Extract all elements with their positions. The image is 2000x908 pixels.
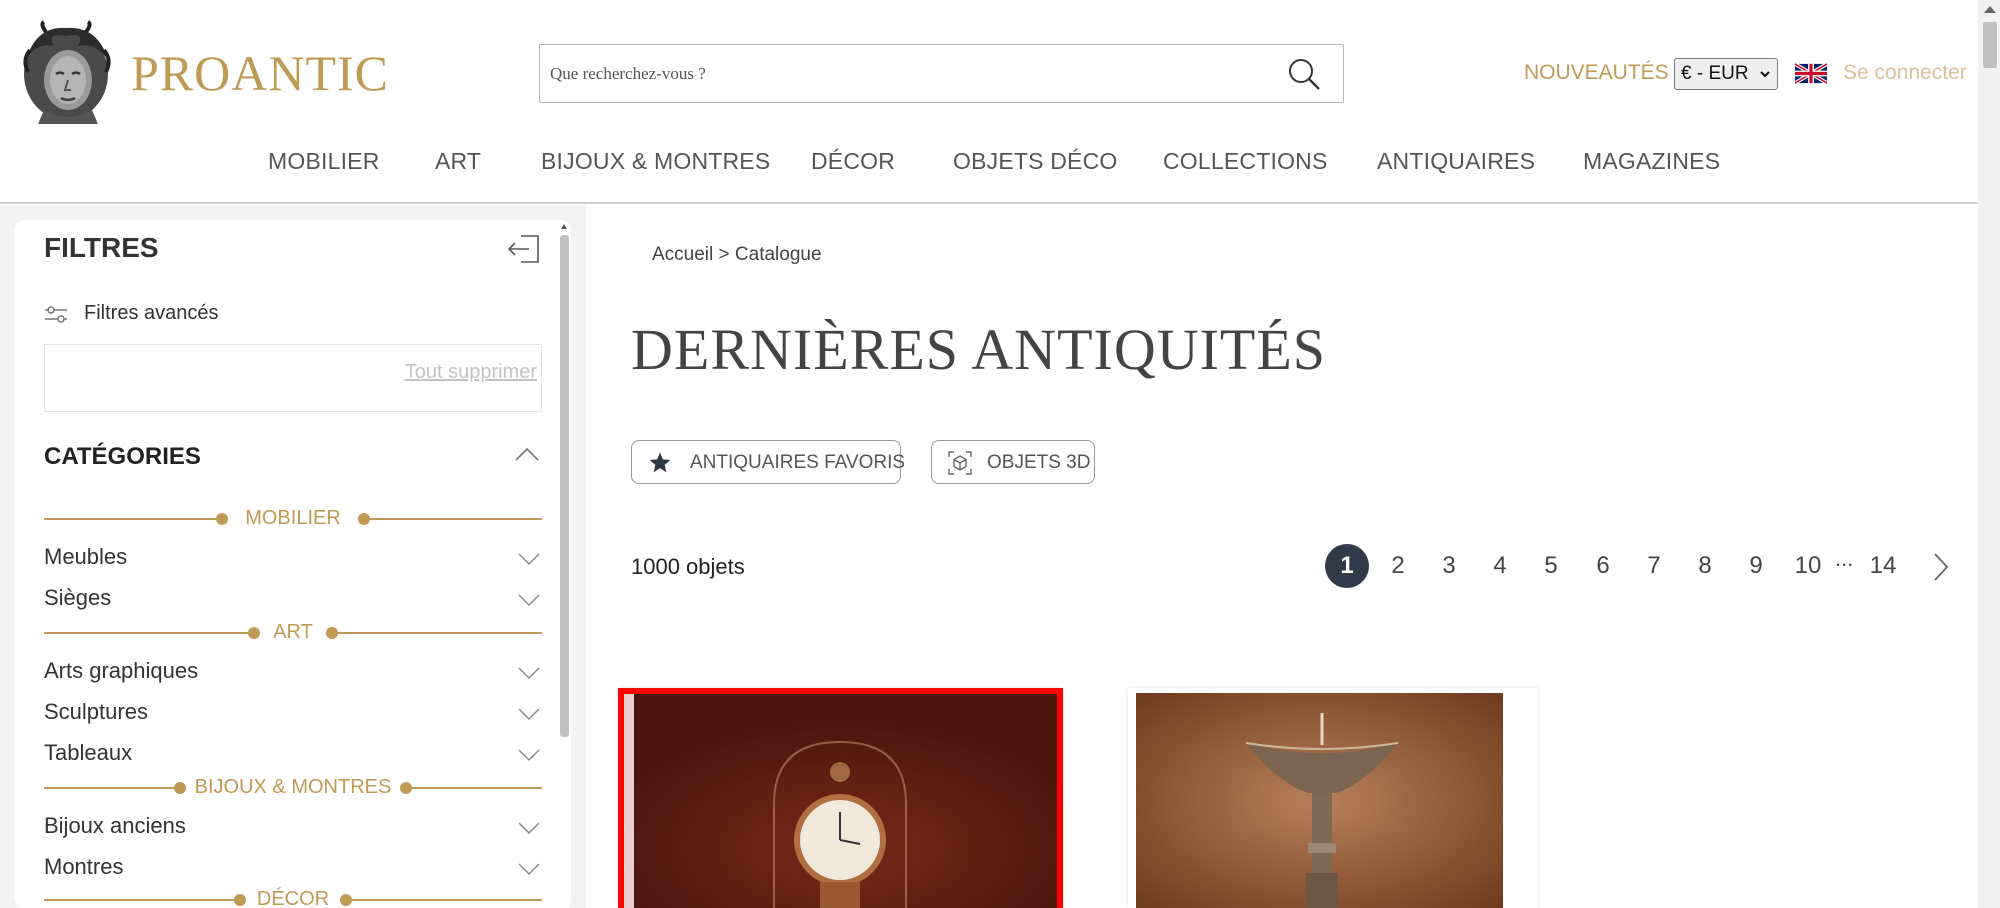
page-5-button[interactable]: 5 <box>1529 544 1573 588</box>
new-arrivals-link[interactable]: NOUVEAUTÉS <box>1524 61 1669 85</box>
search-input[interactable] <box>550 45 1250 102</box>
main-nav: MOBILIER ART BIJOUX & MONTRES DÉCOR OBJE… <box>0 148 1978 182</box>
page-2-button[interactable]: 2 <box>1376 544 1420 588</box>
page-1-button[interactable]: 1 <box>1325 544 1369 588</box>
site-header: PROANTIC NOUVEAUTÉS € - EUR Se connecter… <box>0 0 1978 204</box>
breadcrumb[interactable]: Accueil > Catalogue <box>652 244 822 266</box>
chevron-down-icon[interactable] <box>518 552 540 566</box>
search-bar <box>539 44 1344 103</box>
chevron-down-icon <box>1760 71 1770 78</box>
filters-sidebar: FILTRES Filtres avancés Tout supprimer C… <box>14 220 571 908</box>
page-10-button[interactable]: 10 <box>1786 544 1830 588</box>
nav-item-objets-deco[interactable]: OBJETS DÉCO <box>953 148 1118 175</box>
results-count: 1000 objets <box>631 554 745 579</box>
collapse-sidebar-icon[interactable] <box>507 234 541 264</box>
chip-label: OBJETS 3D <box>987 452 1091 473</box>
category-item-sieges[interactable]: Sièges <box>44 585 542 615</box>
3d-cube-icon <box>948 451 972 475</box>
page-scroll-up-icon[interactable] <box>1984 6 1996 13</box>
logo-head-icon[interactable] <box>16 20 116 124</box>
page-title: DERNIÈRES ANTIQUITÉS <box>631 317 1327 382</box>
chevron-up-icon[interactable] <box>514 446 540 462</box>
category-item-label: Sculptures <box>44 699 148 724</box>
category-divider-mobilier: MOBILIER <box>44 507 542 529</box>
chevron-down-icon[interactable] <box>518 593 540 607</box>
active-filters-box: Tout supprimer <box>44 344 542 412</box>
page-3-button[interactable]: 3 <box>1427 544 1471 588</box>
chip-label: ANTIQUAIRES FAVORIS <box>690 452 906 473</box>
uk-flag-icon[interactable] <box>1795 62 1827 85</box>
category-group-label: MOBILIER <box>245 507 341 529</box>
chevron-down-icon[interactable] <box>518 748 540 762</box>
category-item-tableaux[interactable]: Tableaux <box>44 740 542 770</box>
clear-all-filters-link[interactable]: Tout supprimer <box>405 361 537 384</box>
category-group-label: DÉCOR <box>256 888 330 908</box>
category-item-arts-graphiques[interactable]: Arts graphiques <box>44 658 542 688</box>
search-icon[interactable] <box>1287 57 1321 91</box>
category-item-label: Sièges <box>44 585 112 610</box>
category-divider-art: ART <box>44 621 542 643</box>
candlestick-product-image[interactable] <box>1136 693 1503 908</box>
nav-item-decor[interactable]: DÉCOR <box>811 148 895 175</box>
category-group-label: ART <box>273 621 313 643</box>
currency-value: € - EUR <box>1681 63 1749 84</box>
category-item-sculptures[interactable]: Sculptures <box>44 699 542 729</box>
page-4-button[interactable]: 4 <box>1478 544 1522 588</box>
logo-text[interactable]: PROANTIC <box>131 44 389 102</box>
page-6-button[interactable]: 6 <box>1581 544 1625 588</box>
filter-sliders-icon[interactable] <box>44 304 68 324</box>
page-last-button[interactable]: 14 <box>1861 544 1905 588</box>
product-card[interactable] <box>618 688 1063 908</box>
sidebar-scroll-up-icon[interactable] <box>561 224 567 229</box>
chevron-down-icon[interactable] <box>518 707 540 721</box>
categories-title: CATÉGORIES <box>44 443 201 470</box>
category-group-label: BIJOUX & MONTRES <box>194 776 392 798</box>
login-link[interactable]: Se connecter <box>1843 61 1967 85</box>
category-divider-decor: DÉCOR <box>44 888 542 908</box>
page-scrollbar-thumb[interactable] <box>1983 22 1997 68</box>
nav-item-collections[interactable]: COLLECTIONS <box>1163 148 1328 175</box>
category-divider-bijoux-montres: BIJOUX & MONTRES <box>44 776 542 798</box>
filters-title: FILTRES <box>44 232 159 263</box>
chevron-right-icon[interactable] <box>1932 552 1950 582</box>
favorite-dealers-button[interactable]: ANTIQUAIRES FAVORIS <box>631 440 905 484</box>
sidebar-scrollbar-thumb[interactable] <box>560 235 569 737</box>
category-item-label: Bijoux anciens <box>44 813 186 838</box>
nav-item-art[interactable]: ART <box>435 148 481 175</box>
category-item-bijoux-anciens[interactable]: Bijoux anciens <box>44 813 542 843</box>
nav-item-mobilier[interactable]: MOBILIER <box>268 148 380 175</box>
product-card[interactable] <box>1128 688 1538 908</box>
star-icon <box>649 452 671 473</box>
advanced-filters-link[interactable]: Filtres avancés <box>84 302 219 325</box>
nav-item-magazines[interactable]: MAGAZINES <box>1583 148 1720 175</box>
chevron-down-icon[interactable] <box>518 666 540 680</box>
page-scrollbar-track[interactable] <box>1978 0 2000 908</box>
category-item-label: Meubles <box>44 544 128 569</box>
page-7-button[interactable]: 7 <box>1632 544 1676 588</box>
category-item-label: Arts graphiques <box>44 658 199 683</box>
3d-objects-button[interactable]: OBJETS 3D <box>931 440 1095 484</box>
pagination-ellipsis: ... <box>1835 546 1854 571</box>
clock-product-image[interactable] <box>624 694 1057 908</box>
category-item-montres[interactable]: Montres <box>44 854 542 884</box>
currency-select[interactable]: € - EUR <box>1674 58 1778 90</box>
category-item-label: Tableaux <box>44 740 133 765</box>
category-item-label: Montres <box>44 854 124 879</box>
page-8-button[interactable]: 8 <box>1683 544 1727 588</box>
chevron-down-icon[interactable] <box>518 821 540 835</box>
pagination: 1 2 3 4 5 6 7 8 9 10 ... 14 <box>1320 544 1960 588</box>
nav-item-antiquaires[interactable]: ANTIQUAIRES <box>1377 148 1535 175</box>
chevron-down-icon[interactable] <box>518 862 540 876</box>
category-item-meubles[interactable]: Meubles <box>44 544 542 574</box>
page-9-button[interactable]: 9 <box>1734 544 1778 588</box>
nav-item-bijoux-montres[interactable]: BIJOUX & MONTRES <box>541 148 770 175</box>
